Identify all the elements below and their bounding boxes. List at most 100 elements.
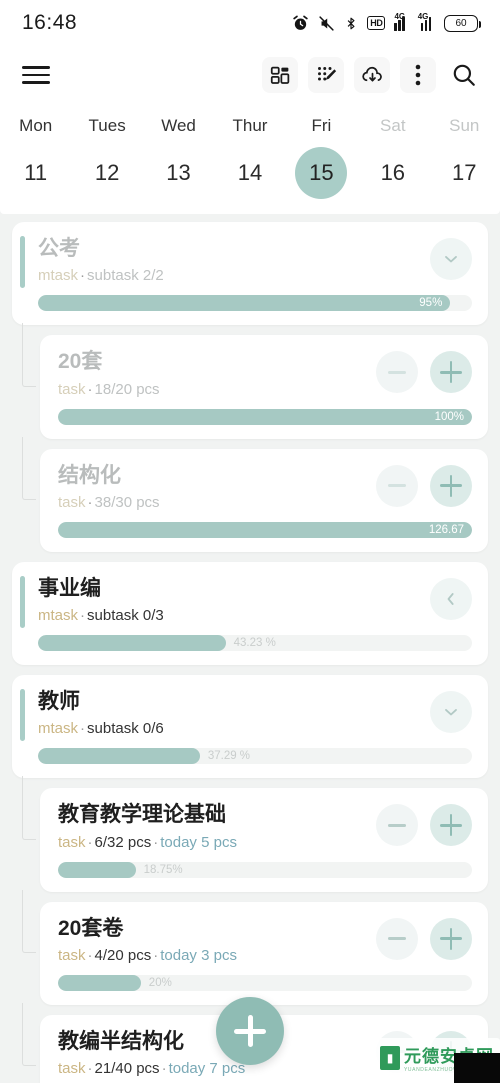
task-count: 18/20 pcs [94, 380, 160, 398]
signal-4g-secondary-label: 4G [417, 11, 429, 21]
chevron-down-button[interactable] [430, 238, 472, 280]
progress-percent-label: 126.67 [428, 523, 464, 536]
chevron-down-button[interactable] [430, 691, 472, 733]
progress-fill [38, 635, 226, 651]
tree-connector [22, 436, 36, 501]
hd-icon: HD [367, 16, 386, 30]
minus-icon [388, 370, 406, 374]
week-day-label-wed[interactable]: Wed [143, 110, 214, 146]
task-row[interactable]: 事业编 mtask · subtask 0/3 43.23 % [0, 561, 500, 665]
decrement-button[interactable] [376, 351, 418, 394]
day-label: Mon [19, 116, 53, 135]
week-day-number-14[interactable]: 14 [214, 146, 285, 200]
task-text-block: 结构化 task · 38/30 pcs [58, 463, 160, 511]
task-meta: task · 6/32 pcs · today 5 pcs [58, 834, 237, 851]
task-title: 20套卷 [58, 916, 124, 940]
progress-fill [58, 521, 472, 538]
task-card[interactable]: 事业编 mtask · subtask 0/3 43.23 % [12, 561, 488, 665]
task-today: today 5 pcs [160, 833, 237, 851]
cloud-download-icon[interactable] [354, 57, 390, 93]
progress-fill [58, 408, 472, 425]
week-day-number-12[interactable]: 12 [71, 146, 142, 200]
task-collapse-toggle [430, 576, 472, 620]
plus-icon [440, 474, 462, 497]
task-row[interactable]: 教育教学理论基础 task · 6/32 pcs · today 5 pcs 18.75% [0, 776, 500, 892]
task-text-block: 20套卷 task · 4/20 pcs · today 3 pcs [58, 916, 237, 964]
meta-separator: · [87, 833, 93, 851]
task-card-header: 公考 mtask · subtask 2/2 [38, 236, 472, 284]
task-title: 教育教学理论基础 [58, 803, 226, 827]
alarm-icon [292, 15, 309, 32]
task-row[interactable]: 结构化 task · 38/30 pcs 126.67 [0, 436, 500, 552]
progress-fill [38, 748, 200, 765]
task-text-block: 教师 mtask · subtask 0/6 [38, 689, 164, 737]
task-meta: task · 21/40 pcs · today 7 pcs [58, 1060, 245, 1077]
decrement-button[interactable] [376, 917, 418, 960]
task-row[interactable]: 教师 mtask · subtask 0/6 37.29 % [0, 675, 500, 779]
week-day-label-sat[interactable]: Sat [357, 110, 428, 146]
decrement-button[interactable] [376, 464, 418, 507]
week-label-row: Mon Tues Wed Thur Fri Sat Sun [0, 110, 500, 146]
menu-icon[interactable] [22, 66, 50, 84]
bluetooth-icon [344, 15, 358, 32]
increment-button[interactable] [430, 804, 472, 847]
more-options-icon[interactable] [400, 57, 436, 93]
task-card[interactable]: 结构化 task · 38/30 pcs 126.67 [40, 448, 488, 552]
task-text-block: 教育教学理论基础 task · 6/32 pcs · today 5 pcs [58, 802, 237, 850]
signal-4g-secondary-icon: 4G [418, 12, 435, 31]
minus-icon [388, 484, 406, 487]
status-icon-group: HD 4G 4G 60 [292, 12, 481, 32]
week-number-row: 11 12 13 14 15 16 17 [0, 146, 500, 200]
week-day-number-11[interactable]: 11 [0, 146, 71, 200]
tree-connector [22, 1002, 36, 1067]
meta-separator: · [80, 607, 86, 624]
day-number: 11 [24, 160, 48, 185]
add-task-button[interactable] [216, 997, 284, 1065]
task-meta: task · 4/20 pcs · today 3 pcs [58, 947, 237, 964]
task-today: today 3 pcs [160, 946, 237, 964]
task-text-block: 事业编 mtask · subtask 0/3 [38, 576, 164, 624]
week-day-label-mon[interactable]: Mon [0, 110, 71, 146]
week-day-number-13[interactable]: 13 [143, 146, 214, 200]
minus-icon [388, 823, 406, 827]
task-stepper [376, 916, 472, 960]
day-label: Wed [161, 116, 196, 135]
task-row[interactable]: 20套卷 task · 4/20 pcs · today 3 pcs 20% [0, 889, 500, 1005]
chevron-left-button[interactable] [430, 577, 472, 620]
task-card[interactable]: 20套 task · 18/20 pcs 100% [40, 335, 488, 439]
progress-percent-label: 95% [419, 297, 443, 310]
batch-edit-icon[interactable] [308, 57, 344, 93]
task-card[interactable]: 20套卷 task · 4/20 pcs · today 3 pcs 20% [40, 901, 488, 1005]
week-day-label-thur[interactable]: Thur [214, 110, 285, 146]
increment-button[interactable] [430, 351, 472, 394]
week-day-label-tues[interactable]: Tues [71, 110, 142, 146]
task-card[interactable]: 教育教学理论基础 task · 6/32 pcs · today 5 pcs 18.75% [40, 788, 488, 892]
task-card-header: 事业编 mtask · subtask 0/3 [38, 576, 472, 624]
day-number: 16 [380, 160, 406, 185]
week-day-label-sun[interactable]: Sun [429, 110, 500, 146]
task-stepper [376, 349, 472, 394]
tree-connector [22, 323, 36, 387]
task-card[interactable]: 教师 mtask · subtask 0/6 37.29 % [12, 675, 488, 779]
week-day-number-16[interactable]: 16 [357, 146, 428, 200]
week-day-label-fri[interactable]: Fri [286, 110, 357, 146]
search-icon[interactable] [446, 57, 482, 93]
week-day-number-17[interactable]: 17 [429, 146, 500, 200]
grid-view-icon[interactable] [262, 57, 298, 93]
day-number: 12 [94, 160, 120, 185]
increment-button[interactable] [430, 464, 472, 507]
task-meta: mtask · subtask 0/3 [38, 607, 164, 624]
decrement-button[interactable] [376, 804, 418, 847]
day-label: Sun [449, 116, 480, 135]
task-card-header: 结构化 task · 38/30 pcs [58, 463, 472, 511]
task-accent-bar [20, 689, 25, 741]
chevron-left-icon [447, 592, 454, 605]
task-row[interactable]: 20套 task · 18/20 pcs 100% [0, 323, 500, 439]
week-day-number-15[interactable]: 15 [286, 146, 357, 200]
task-card[interactable]: 公考 mtask · subtask 2/2 95% [12, 222, 488, 326]
increment-button[interactable] [430, 917, 472, 960]
task-row[interactable]: 公考 mtask · subtask 2/2 95% [0, 222, 500, 326]
day-number: 17 [451, 160, 477, 185]
task-title: 教师 [38, 690, 80, 713]
task-progress-bar: 20% [58, 974, 472, 991]
